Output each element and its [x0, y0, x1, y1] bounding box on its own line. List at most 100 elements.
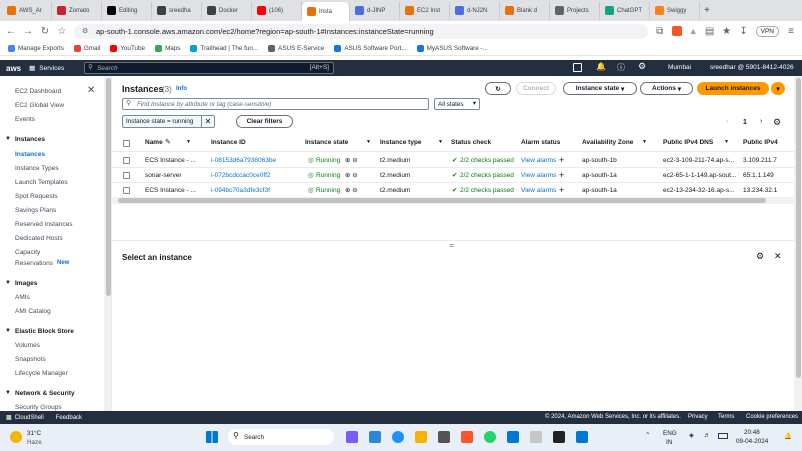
sidebar-item-savings-plans[interactable]: Savings Plans: [15, 207, 56, 214]
services-grid-icon[interactable]: ▦: [29, 64, 35, 72]
sidebar-item-reservations[interactable]: Reservations: [15, 260, 53, 267]
notifications-icon[interactable]: 🔔: [784, 432, 792, 440]
sidebar-item-events[interactable]: Events: [15, 116, 35, 123]
browser-tab[interactable]: (106): [252, 2, 302, 19]
drag-handle-icon[interactable]: =: [449, 241, 454, 250]
browser-tab[interactable]: Blank d: [500, 2, 550, 19]
sidebar-item-reserved-instances[interactable]: Reserved Instances: [15, 221, 72, 228]
sidebar-item-launch-templates[interactable]: Launch Templates: [15, 179, 68, 186]
column-header-public-ipv4[interactable]: Public IPv4: [743, 139, 778, 146]
sidebar-item-snapshots[interactable]: Snapshots: [15, 356, 46, 363]
whatsapp-icon[interactable]: [484, 431, 496, 443]
battery-icon[interactable]: [718, 433, 728, 439]
file-explorer-icon[interactable]: [415, 431, 427, 443]
sidebar-item-ec2-global-view[interactable]: EC2 Global View: [15, 102, 64, 109]
cell-id[interactable]: i-08153d6a7938063be: [211, 157, 276, 164]
browser-tab[interactable]: Docker: [202, 2, 252, 19]
sidebar-item-instances[interactable]: Instances: [15, 151, 45, 158]
column-header-instance-type[interactable]: Instance type: [380, 139, 422, 146]
sidebar-item-volumes[interactable]: Volumes: [15, 342, 40, 349]
sidebar-item-instance-types[interactable]: Instance Types: [15, 165, 59, 172]
browser-tab[interactable]: ChatGPT: [600, 2, 650, 19]
bookmark-item[interactable]: YouTube: [110, 44, 145, 52]
column-header-alarm-status[interactable]: Alarm status: [521, 139, 560, 146]
clock-time[interactable]: 20:48: [744, 429, 760, 436]
sidebar-item-lifecycle-manager[interactable]: Lifecycle Manager: [15, 370, 68, 377]
notifications-icon[interactable]: 🔔: [596, 62, 606, 71]
brave-rewards-icon[interactable]: ▲: [689, 26, 698, 36]
app-icon[interactable]: [530, 431, 542, 443]
browser-tab[interactable]: sreedha: [152, 2, 202, 19]
instance-state-button[interactable]: Instance state ▾: [563, 82, 637, 95]
vscode-icon[interactable]: [507, 431, 519, 443]
aws-search-input[interactable]: ⚲ Search [Alt+S]: [84, 62, 334, 74]
add-alarm-icon[interactable]: +: [559, 185, 564, 195]
edge-icon[interactable]: [369, 431, 381, 443]
collapse-images-icon[interactable]: ▼: [5, 280, 11, 286]
browser-tab[interactable]: Editing: [102, 2, 152, 19]
menu-icon[interactable]: ≡: [786, 26, 796, 37]
launch-instances-button[interactable]: Launch instances: [697, 82, 769, 95]
extensions-icon[interactable]: ★: [722, 26, 732, 37]
bookmark-item[interactable]: Maps: [155, 44, 180, 52]
sort-icon[interactable]: ▼: [724, 139, 729, 145]
cloudshell-icon[interactable]: [573, 63, 582, 72]
bookmark-item[interactable]: Manage Exports: [8, 44, 64, 52]
cookie-preferences-link[interactable]: Cookie preferences: [746, 414, 798, 420]
detail-settings-icon[interactable]: ⚙: [756, 251, 764, 262]
column-header-availability-zone[interactable]: Availability Zone: [582, 139, 633, 146]
services-button[interactable]: Services: [39, 65, 64, 72]
cell-id[interactable]: i-072bcdccac0ce0ff2: [211, 172, 271, 179]
browser-tab[interactable]: d-NJ2N: [450, 2, 500, 19]
cell-alarm[interactable]: View alarms: [521, 187, 556, 194]
browser-tab[interactable]: Projects: [550, 2, 600, 19]
collapse-network-icon[interactable]: ▼: [5, 390, 11, 396]
tray-chevron-icon[interactable]: ⌃: [645, 432, 650, 439]
column-header-status-check[interactable]: Status check: [451, 139, 491, 146]
refresh-button[interactable]: ↻: [485, 82, 511, 95]
terms-link[interactable]: Terms: [718, 414, 734, 420]
download-icon[interactable]: ↧: [739, 26, 749, 37]
collapse-instances-icon[interactable]: ▼: [5, 136, 11, 142]
next-page-icon[interactable]: ›: [760, 118, 762, 125]
browser-tab[interactable]: d-JINP: [350, 2, 400, 19]
vscode-2-icon[interactable]: [576, 431, 588, 443]
sidebar-item-ami-catalog[interactable]: AMI Catalog: [15, 308, 51, 315]
edit-name-icon[interactable]: ✎: [165, 138, 171, 146]
sort-icon[interactable]: ▼: [642, 139, 647, 145]
prev-page-icon[interactable]: ‹: [726, 118, 728, 125]
sidebar-section-ebs[interactable]: Elastic Block Store: [15, 328, 74, 335]
cell-alarm[interactable]: View alarms: [521, 157, 556, 164]
vpn-button[interactable]: VPN: [755, 25, 779, 37]
taskbar-search-input[interactable]: ⚲ Search: [228, 429, 334, 445]
remove-filter-icon[interactable]: ✕: [201, 116, 214, 127]
sort-icon[interactable]: ▼: [438, 139, 443, 145]
table-settings-icon[interactable]: ⚙: [773, 117, 781, 128]
table-scrollbar-thumb[interactable]: [118, 198, 766, 203]
connect-button[interactable]: Connect: [516, 82, 556, 95]
region-selector[interactable]: Mumbai: [668, 64, 691, 71]
zoom-icons[interactable]: ⊕ ⊖: [345, 156, 358, 164]
launch-dropdown-button[interactable]: ▾: [771, 82, 785, 95]
detail-close-icon[interactable]: ✕: [774, 251, 782, 262]
bookmark-item[interactable]: MyASUS Software -...: [416, 44, 488, 52]
account-menu[interactable]: sreedhar @ 5901-8412-4026: [710, 64, 794, 71]
task-view-icon[interactable]: [346, 431, 358, 443]
cell-id[interactable]: i-094bc70a3dfe3cf3f: [211, 187, 270, 194]
info-link[interactable]: Info: [176, 86, 187, 92]
main-scrollbar-thumb[interactable]: [796, 78, 801, 378]
windows-start-icon[interactable]: [206, 431, 218, 443]
settings-icon[interactable]: ⚙: [638, 61, 646, 72]
zoom-icons[interactable]: ⊕ ⊖: [345, 171, 358, 179]
bookmark-item[interactable]: Trailhead | The fun...: [190, 44, 258, 52]
sidebar-section-images[interactable]: Images: [15, 280, 37, 287]
photos-icon[interactable]: [438, 431, 450, 443]
cell-alarm[interactable]: View alarms: [521, 172, 556, 179]
filter-input[interactable]: ⚲ Find Instance by attribute or tag (cas…: [122, 98, 429, 110]
collapse-ebs-icon[interactable]: ▼: [5, 328, 11, 334]
column-header-public-dns[interactable]: Public IPv4 DNS: [663, 139, 713, 146]
url-input[interactable]: ⚙ ap-south-1.console.aws.amazon.com/ec2/…: [74, 23, 648, 39]
bookmark-item[interactable]: ASUS Software Port...: [334, 44, 407, 52]
lang-2[interactable]: IN: [666, 439, 672, 446]
edge-dev-icon[interactable]: [392, 431, 404, 443]
